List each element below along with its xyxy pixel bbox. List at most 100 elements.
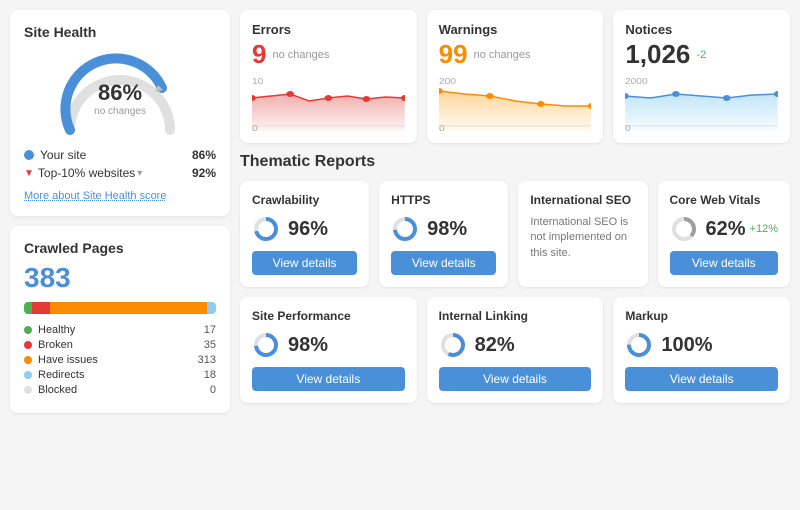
notices-value: 1,026: [625, 39, 690, 70]
your-site-row: Your site 86%: [24, 148, 216, 162]
label-blocked: Blocked: [38, 384, 77, 396]
report-intl-seo: International SEO International SEO is n…: [518, 181, 647, 287]
warnings-title: Warnings: [439, 22, 592, 37]
val-issues: 313: [198, 354, 216, 366]
notices-change: -2: [696, 49, 706, 61]
report-site-performance: Site Performance 98% View details: [240, 297, 417, 403]
label-issues: Have issues: [38, 354, 98, 366]
sp-view-btn[interactable]: View details: [252, 367, 405, 391]
reports-top-grid: Crawlability 96% View details HTTPS: [240, 181, 790, 287]
report-cwv-name: Core Web Vitals: [670, 193, 778, 207]
legend-row-redirects: Redirects 18: [24, 369, 216, 381]
svg-text:2000: 2000: [625, 77, 648, 86]
cwv-view-btn[interactable]: View details: [670, 251, 778, 275]
val-redirects: 18: [204, 369, 216, 381]
report-il-pct: 82%: [475, 334, 515, 357]
il-view-btn[interactable]: View details: [439, 367, 592, 391]
errors-change: no changes: [272, 49, 329, 61]
site-health-legend: Your site 86% ▼ Top-10% websites ▾ 92%: [24, 148, 216, 180]
warnings-value: 99: [439, 39, 468, 70]
notices-title: Notices: [625, 22, 778, 37]
report-https: HTTPS 98% View details: [379, 181, 508, 287]
errors-value: 9: [252, 39, 266, 70]
crawled-pages-count: 383: [24, 262, 216, 294]
bar-broken: [32, 302, 49, 314]
your-site-label: Your site: [40, 148, 86, 162]
val-blocked: 0: [210, 384, 216, 396]
donut-https: [391, 215, 419, 243]
report-sp-name: Site Performance: [252, 309, 405, 323]
report-crawlability: Crawlability 96% View details: [240, 181, 369, 287]
markup-view-btn[interactable]: View details: [625, 367, 778, 391]
label-redirects: Redirects: [38, 369, 84, 381]
label-broken: Broken: [38, 339, 73, 351]
dot-broken: [24, 341, 32, 349]
errors-card: Errors 9 no changes: [240, 10, 417, 143]
dot-issues: [24, 356, 32, 364]
donut-sp: [252, 331, 280, 359]
top-site-row: ▼ Top-10% websites ▾ 92%: [24, 166, 216, 180]
report-https-pct: 98%: [427, 218, 467, 241]
report-sp-pct: 98%: [288, 334, 328, 357]
top-site-val: 92%: [192, 166, 216, 180]
crawled-pages-bar: [24, 302, 216, 314]
donut-il: [439, 331, 467, 359]
label-healthy: Healthy: [38, 324, 75, 336]
notices-card: Notices 1,026 -2 0: [613, 10, 790, 143]
report-cwv-change: +12%: [750, 223, 778, 235]
legend-row-healthy: Healthy 17: [24, 324, 216, 336]
donut-cwv: [670, 215, 698, 243]
val-broken: 35: [204, 339, 216, 351]
https-view-btn[interactable]: View details: [391, 251, 496, 275]
top-site-chevron[interactable]: ▾: [137, 168, 142, 179]
bar-issues: [50, 302, 207, 314]
report-markup-pct: 100%: [661, 334, 712, 357]
report-https-name: HTTPS: [391, 193, 496, 207]
legend-row-issues: Have issues 313: [24, 354, 216, 366]
crawlability-view-btn[interactable]: View details: [252, 251, 357, 275]
svg-text:200: 200: [439, 77, 456, 86]
report-intl-seo-desc: International SEO is not implemented on …: [530, 215, 635, 261]
errors-chart: 0 10: [252, 76, 405, 131]
donut-markup: [625, 331, 653, 359]
site-health-title: Site Health: [24, 24, 216, 40]
report-core-web-vitals: Core Web Vitals 62% +12% View details: [658, 181, 790, 287]
svg-text:0: 0: [252, 124, 258, 131]
report-internal-linking: Internal Linking 82% View details: [427, 297, 604, 403]
warnings-card: Warnings 99 no changes 0: [427, 10, 604, 143]
dot-blocked: [24, 386, 32, 394]
svg-text:0: 0: [625, 124, 631, 131]
notices-chart: 0 2000: [625, 76, 778, 131]
warnings-change: no changes: [474, 49, 531, 61]
crawled-legend: Healthy 17 Broken 35 Have issues: [24, 324, 216, 396]
report-crawlability-pct: 96%: [288, 218, 328, 241]
report-intl-seo-name: International SEO: [530, 193, 635, 207]
report-markup-name: Markup: [625, 309, 778, 323]
report-il-name: Internal Linking: [439, 309, 592, 323]
legend-row-broken: Broken 35: [24, 339, 216, 351]
thematic-reports-section: Thematic Reports Crawlability 96% View d…: [240, 153, 790, 403]
reports-bottom-grid: Site Performance 98% View details Intern…: [240, 297, 790, 403]
svg-text:10: 10: [252, 77, 263, 86]
svg-text:0: 0: [439, 124, 445, 131]
top-site-marker: ▼: [24, 168, 34, 179]
crawled-pages-card: Crawled Pages 383 Healthy 17: [10, 226, 230, 413]
top-site-label: Top-10% websites: [38, 166, 135, 180]
bar-healthy: [24, 302, 32, 314]
errors-title: Errors: [252, 22, 405, 37]
your-site-val: 86%: [192, 148, 216, 162]
bar-redirects: [207, 302, 216, 314]
thematic-reports-title: Thematic Reports: [240, 153, 790, 171]
gauge-container: 86% no changes: [24, 50, 216, 140]
report-cwv-pct: 62%: [706, 218, 746, 241]
more-about-site-health-link[interactable]: More about Site Health score: [24, 190, 166, 202]
dot-healthy: [24, 326, 32, 334]
top-metrics: Errors 9 no changes: [240, 10, 790, 143]
gauge-text: 86% no changes: [94, 80, 146, 117]
dot-redirects: [24, 371, 32, 379]
gauge-percentage: 86%: [94, 80, 146, 106]
val-healthy: 17: [204, 324, 216, 336]
crawled-pages-title: Crawled Pages: [24, 240, 216, 256]
report-crawlability-name: Crawlability: [252, 193, 357, 207]
report-markup: Markup 100% View details: [613, 297, 790, 403]
